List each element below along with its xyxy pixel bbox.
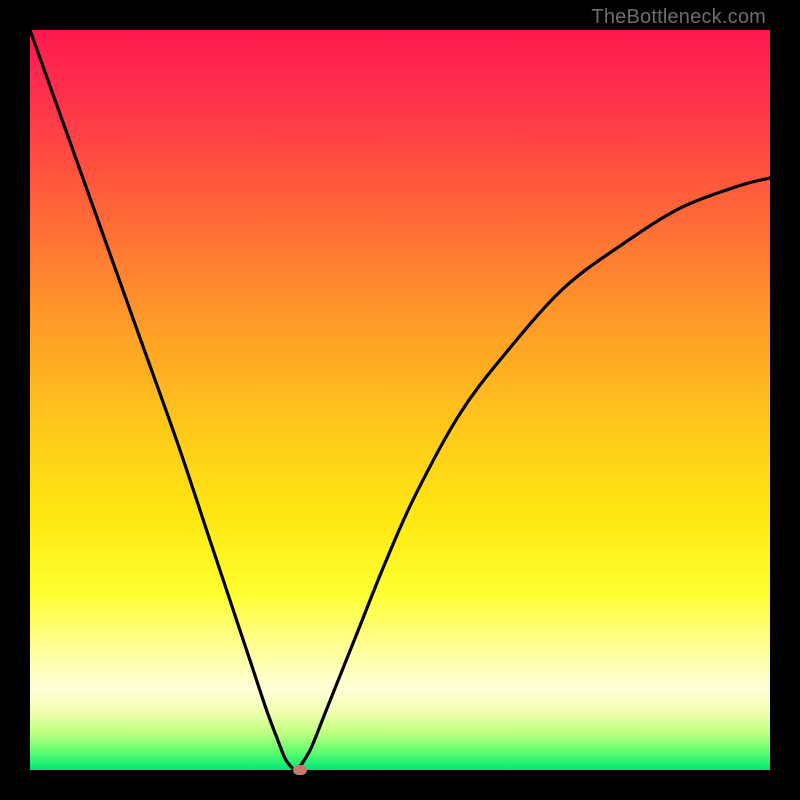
optimal-point-marker xyxy=(293,765,307,775)
chart-frame: TheBottleneck.com xyxy=(0,0,800,800)
bottleneck-curve xyxy=(30,30,770,770)
watermark-text: TheBottleneck.com xyxy=(591,6,766,29)
plot-area xyxy=(30,30,770,770)
curve-svg xyxy=(30,30,770,770)
